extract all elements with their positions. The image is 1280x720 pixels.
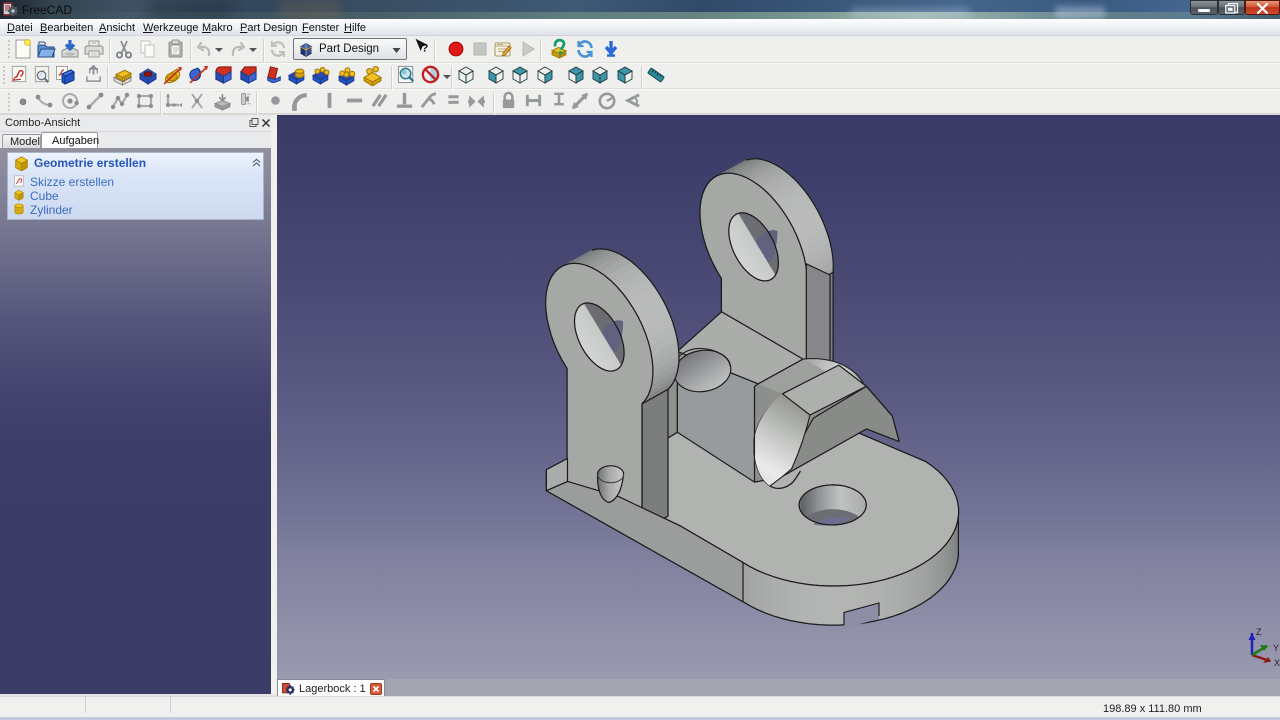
svg-text:Z: Z (1256, 627, 1262, 637)
svg-text:X: X (1274, 658, 1280, 667)
svg-text:Y: Y (1273, 643, 1279, 653)
svg-text:?: ? (422, 43, 429, 55)
